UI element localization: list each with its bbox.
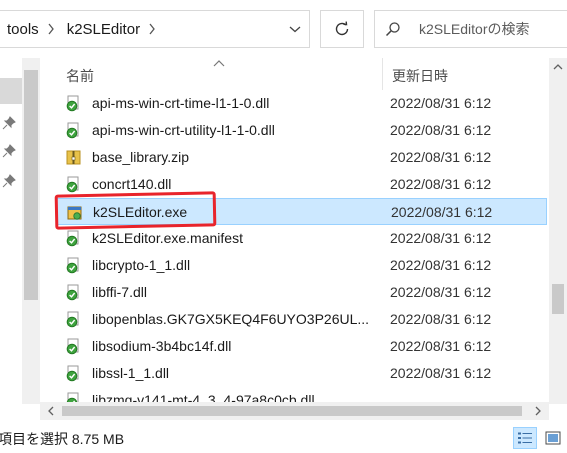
horizontal-scrollbar-thumb[interactable] — [62, 406, 522, 416]
chevron-down-icon — [289, 26, 301, 33]
column-header-name[interactable]: 名前 — [66, 66, 94, 86]
refresh-icon — [335, 21, 349, 36]
dll-icon — [66, 392, 79, 402]
file-name: libssl-1_1.dll — [92, 365, 170, 381]
address-bar[interactable]: tools k2SLEditor — [0, 10, 310, 48]
file-name: k2SLEditor.exe — [93, 204, 188, 220]
dll-icon — [66, 95, 79, 112]
file-row[interactable]: base_library.zip 2022/08/31 6:12 — [56, 144, 547, 171]
file-name: libffi-7.dll — [92, 284, 147, 300]
sort-ascending-icon — [213, 60, 225, 67]
status-bar: 項目を選択 8.75 MB — [0, 420, 567, 453]
file-row[interactable]: libssl-1_1.dll 2022/08/31 6:12 — [56, 360, 547, 387]
status-text: 項目を選択 8.75 MB — [0, 431, 125, 447]
file-date-modified: 2022/08/31 6:12 — [390, 149, 492, 165]
file-name: libzmq-v141-mt-4_3_4-97a8c0cb.dll — [92, 392, 315, 402]
details-view-icon — [518, 432, 532, 444]
file-name: libsodium-3b4bc14f.dll — [92, 338, 232, 354]
breadcrumb-tools[interactable]: tools — [0, 11, 59, 47]
dll-icon — [66, 257, 79, 274]
file-row[interactable]: k2SLEditor.exe 2022/08/31 6:12 — [56, 198, 547, 225]
file-row[interactable]: k2SLEditor.exe.manifest 2022/08/31 6:12 — [56, 225, 547, 252]
file-row[interactable]: api-ms-win-crt-time-l1-1-0.dll 2022/08/31… — [56, 90, 547, 117]
file-date-modified: 2022/08/31 6:12 — [390, 257, 492, 273]
vertical-scrollbar[interactable] — [549, 58, 567, 404]
column-header-date-modified[interactable]: 更新日時 — [392, 66, 448, 86]
file-row[interactable]: libcrypto-1_1.dll 2022/08/31 6:12 — [56, 252, 547, 279]
pin-icon — [2, 116, 16, 130]
breadcrumb-label: tools — [7, 20, 39, 38]
file-date-modified: 2022/08/31 6:12 — [390, 122, 492, 138]
dll-icon — [66, 176, 79, 193]
dll-icon — [66, 311, 79, 328]
file-name: libcrypto-1_1.dll — [92, 257, 191, 273]
column-header-row: 名前 更新日時 — [40, 58, 549, 90]
file-row[interactable]: libzmq-v141-mt-4_3_4-97a8c0cb.dll — [56, 387, 547, 402]
column-divider[interactable] — [382, 58, 383, 90]
file-date-modified: 2022/08/31 6:12 — [390, 230, 492, 246]
details-view-button[interactable] — [513, 427, 537, 449]
file-name: concrt140.dll — [92, 176, 172, 192]
breadcrumb-label: k2SLEditor — [66, 20, 141, 38]
vertical-scrollbar-thumb[interactable] — [552, 284, 564, 314]
file-date-modified: 2022/08/31 6:12 — [390, 365, 492, 381]
file-row[interactable]: libopenblas.GK7GX5KEQ4F6UYO3P26UL... 2022… — [56, 306, 547, 333]
navigation-pane — [0, 58, 40, 404]
nav-scrollbar[interactable] — [22, 58, 40, 404]
nav-selected-item[interactable] — [0, 78, 22, 104]
address-history-dropdown[interactable] — [281, 11, 309, 47]
file-date-modified: 2022/08/31 6:12 — [390, 284, 492, 300]
file-name: api-ms-win-crt-time-l1-1-0.dll — [92, 95, 270, 111]
file-date-modified: 2022/08/31 6:12 — [390, 176, 492, 192]
refresh-button[interactable] — [320, 10, 364, 48]
scroll-right-button[interactable] — [529, 402, 547, 420]
dll-icon — [66, 365, 79, 382]
dll-icon — [66, 284, 79, 301]
file-date-modified: 2022/08/31 6:12 — [390, 311, 492, 327]
file-list: api-ms-win-crt-time-l1-1-0.dll 2022/08/31… — [40, 90, 549, 402]
exe-icon — [67, 206, 82, 220]
scroll-up-button[interactable] — [549, 58, 567, 76]
file-date-modified: 2022/08/31 6:12 — [390, 338, 492, 354]
file-row[interactable]: libsodium-3b4bc14f.dll 2022/08/31 6:12 — [56, 333, 547, 360]
large-icons-view-icon — [545, 431, 561, 445]
search-icon — [375, 11, 411, 47]
file-date-modified: 2022/08/31 6:12 — [390, 95, 492, 111]
chevron-right-icon[interactable] — [144, 23, 160, 35]
chevron-up-icon — [553, 64, 563, 70]
dll-icon — [66, 230, 79, 247]
dll-icon — [66, 338, 79, 355]
file-name: base_library.zip — [92, 149, 190, 165]
chevron-left-icon — [48, 406, 54, 416]
large-icons-view-button[interactable] — [541, 427, 565, 449]
nav-scrollbar-thumb[interactable] — [24, 70, 38, 300]
scroll-left-button[interactable] — [42, 402, 60, 420]
chevron-right-icon — [535, 406, 541, 416]
pin-icon — [2, 174, 16, 188]
file-name: k2SLEditor.exe.manifest — [92, 230, 243, 246]
file-name: api-ms-win-crt-utility-l1-1-0.dll — [92, 122, 275, 138]
search-box[interactable]: k2SLEditorの検索 — [374, 10, 567, 48]
file-row[interactable]: api-ms-win-crt-utility-l1-1-0.dll 2022/08… — [56, 117, 547, 144]
horizontal-scrollbar[interactable] — [40, 402, 549, 420]
search-input[interactable]: k2SLEditorの検索 — [419, 19, 529, 39]
zip-icon — [66, 150, 81, 165]
breadcrumb-k2sleditor[interactable]: k2SLEditor — [59, 11, 160, 47]
file-row[interactable]: concrt140.dll 2022/08/31 6:12 — [56, 171, 547, 198]
dll-icon — [66, 122, 79, 139]
file-date-modified: 2022/08/31 6:12 — [391, 204, 493, 220]
pin-icon — [2, 144, 16, 158]
address-toolbar: tools k2SLEditor k2SLEditorの検索 — [0, 0, 567, 58]
file-row[interactable]: libffi-7.dll 2022/08/31 6:12 — [56, 279, 547, 306]
chevron-right-icon[interactable] — [43, 23, 59, 35]
file-name: libopenblas.GK7GX5KEQ4F6UYO3P26UL... — [92, 311, 370, 327]
